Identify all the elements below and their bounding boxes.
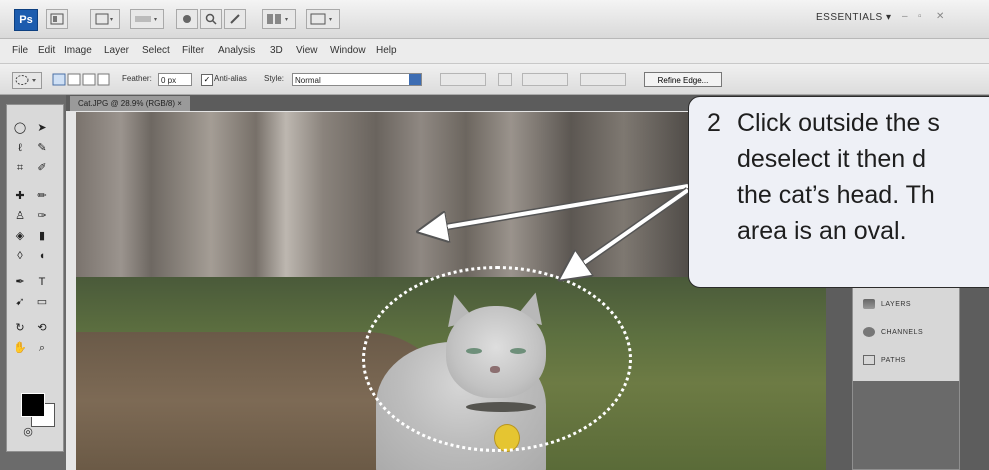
eraser-tool-icon[interactable]: ◈ — [11, 229, 29, 244]
paths-icon — [863, 355, 875, 365]
history-brush-tool-icon[interactable]: ✑ — [33, 209, 51, 224]
elliptical-marquee-icon — [15, 75, 36, 85]
magnifier-icon — [205, 13, 217, 25]
application-bar: Ps ESSENTIALS ▾ – ▫ ✕ — [0, 0, 989, 39]
restore-button[interactable]: ▫ — [918, 11, 922, 22]
tools-panel: ◯ ➤ ℓ ✎ ⌗ ✐ ✚ ✏ ♙ ✑ ◈ ▮ ◊ ◖ ✒ T ➹ ▭ ↻ ⟲ … — [6, 104, 64, 452]
dodge-tool-icon[interactable]: ◖ — [33, 249, 51, 264]
feather-input[interactable]: 0 px — [158, 73, 192, 86]
document-tab[interactable]: Cat.JPG @ 28.9% (RGB/8) × — [70, 96, 190, 111]
menu-window[interactable]: Window — [330, 45, 366, 56]
photoshop-logo: Ps — [14, 9, 38, 31]
menu-help[interactable]: Help — [376, 45, 397, 56]
tool-preset-picker[interactable] — [12, 72, 42, 89]
arrange-documents-button[interactable] — [262, 9, 296, 29]
selection-mode-icons — [52, 73, 110, 86]
hand-icon — [183, 15, 191, 23]
tool-options-bar: Feather: 0 px ✓ Anti-alias Style: Normal… — [0, 64, 989, 95]
eyedropper-tool-icon[interactable]: ✐ — [33, 161, 51, 176]
healing-brush-tool-icon[interactable]: ✚ — [11, 189, 29, 204]
panel-paths-label: PATHS — [881, 356, 906, 364]
style-select-value: Normal — [295, 76, 321, 85]
minimize-button[interactable]: – — [902, 11, 908, 22]
3d-orbit-tool-icon[interactable]: ⟲ — [33, 321, 51, 336]
callout-line-2: deselect it then d — [737, 145, 927, 173]
foreground-color-swatch[interactable] — [21, 393, 45, 417]
crop-tool-icon[interactable]: ⌗ — [11, 161, 29, 176]
move-tool-icon[interactable]: ➤ — [33, 121, 51, 136]
step-number: 2 — [707, 109, 721, 137]
callout-line-1: Click outside the s — [737, 109, 940, 137]
launch-bridge-button[interactable] — [46, 9, 68, 29]
style-label: Style: — [264, 74, 285, 83]
menu-image[interactable]: Image — [64, 45, 92, 56]
lasso-tool-icon[interactable]: ℓ — [11, 141, 29, 156]
path-selection-tool-icon[interactable]: ➹ — [11, 295, 29, 310]
panel-paths[interactable]: PATHS — [863, 355, 906, 365]
panel-empty-area — [853, 381, 959, 469]
view-extras-button[interactable] — [90, 9, 120, 29]
instruction-callout: 2 Click outside the s deselect it then d … — [688, 96, 989, 288]
clone-stamp-tool-icon[interactable]: ♙ — [11, 209, 29, 224]
rotate-view-button[interactable] — [224, 9, 246, 29]
workspace-switcher[interactable]: ESSENTIALS ▾ — [816, 12, 892, 23]
width-field[interactable] — [440, 73, 486, 86]
panel-channels-label: CHANNELS — [881, 328, 924, 336]
zoom-level-button[interactable] — [130, 9, 164, 29]
style-select[interactable]: Normal — [292, 73, 422, 86]
hand-tool-icon[interactable]: ✋ — [11, 341, 29, 356]
callout-text: 2 Click outside the s deselect it then d … — [707, 105, 989, 249]
zoom-tool-button[interactable] — [200, 9, 222, 29]
menu-view[interactable]: View — [296, 45, 318, 56]
type-tool-icon[interactable]: T — [33, 275, 51, 290]
selection-mode-buttons — [52, 72, 110, 87]
shape-tool-icon[interactable]: ▭ — [33, 295, 51, 310]
menu-analysis[interactable]: Analysis — [218, 45, 255, 56]
refine-edge-button[interactable]: Refine Edge... — [644, 72, 722, 87]
elliptical-marquee-tool-icon[interactable]: ◯ — [11, 121, 29, 136]
pen-tool-icon[interactable]: ✒ — [11, 275, 29, 290]
callout-line-3: the cat’s head. Th — [737, 181, 935, 209]
callout-line-4: area is an oval. — [737, 217, 907, 245]
close-button[interactable]: ✕ — [936, 11, 944, 22]
chevron-down-icon — [409, 74, 421, 85]
brush-tool-icon[interactable]: ✏ — [33, 189, 51, 204]
quick-mask-icon[interactable]: ◎ — [19, 425, 37, 440]
antialias-checkbox[interactable]: ✓ — [201, 74, 213, 86]
gradient-tool-icon[interactable]: ▮ — [33, 229, 51, 244]
menu-3d[interactable]: 3D — [270, 45, 283, 56]
layers-icon — [863, 299, 875, 309]
blur-tool-icon[interactable]: ◊ — [11, 249, 29, 264]
hand-tool-button[interactable] — [176, 9, 198, 29]
view-extras-icon — [95, 13, 113, 25]
zoom-level-icon — [135, 16, 157, 22]
menu-bar: File Edit Image Layer Select Filter Anal… — [0, 39, 989, 64]
menu-select[interactable]: Select — [142, 45, 170, 56]
screen-mode-icon — [310, 13, 332, 25]
menu-layer[interactable]: Layer — [104, 45, 129, 56]
oval-selection-marquee — [362, 266, 632, 452]
channels-icon — [863, 327, 875, 337]
rotate-view-icon — [230, 14, 240, 24]
bridge-icon — [50, 13, 64, 25]
quick-selection-tool-icon[interactable]: ✎ — [33, 141, 51, 156]
panel-channels[interactable]: CHANNELS — [863, 327, 923, 337]
3d-rotate-tool-icon[interactable]: ↻ — [11, 321, 29, 336]
panel-layers[interactable]: LAYERS — [863, 299, 911, 309]
zoom-tool-icon[interactable]: ⌕ — [33, 341, 51, 356]
swap-dimensions-button[interactable] — [498, 73, 512, 86]
arrange-documents-icon — [267, 14, 288, 24]
menu-edit[interactable]: Edit — [38, 45, 55, 56]
menu-filter[interactable]: Filter — [182, 45, 204, 56]
menu-file[interactable]: File — [12, 45, 28, 56]
height-field[interactable] — [522, 73, 568, 86]
panel-layers-label: LAYERS — [881, 300, 912, 308]
screen-mode-button[interactable] — [306, 9, 340, 29]
feather-label: Feather: — [122, 74, 152, 83]
unit-field[interactable] — [580, 73, 626, 86]
antialias-label: Anti-alias — [214, 74, 247, 83]
